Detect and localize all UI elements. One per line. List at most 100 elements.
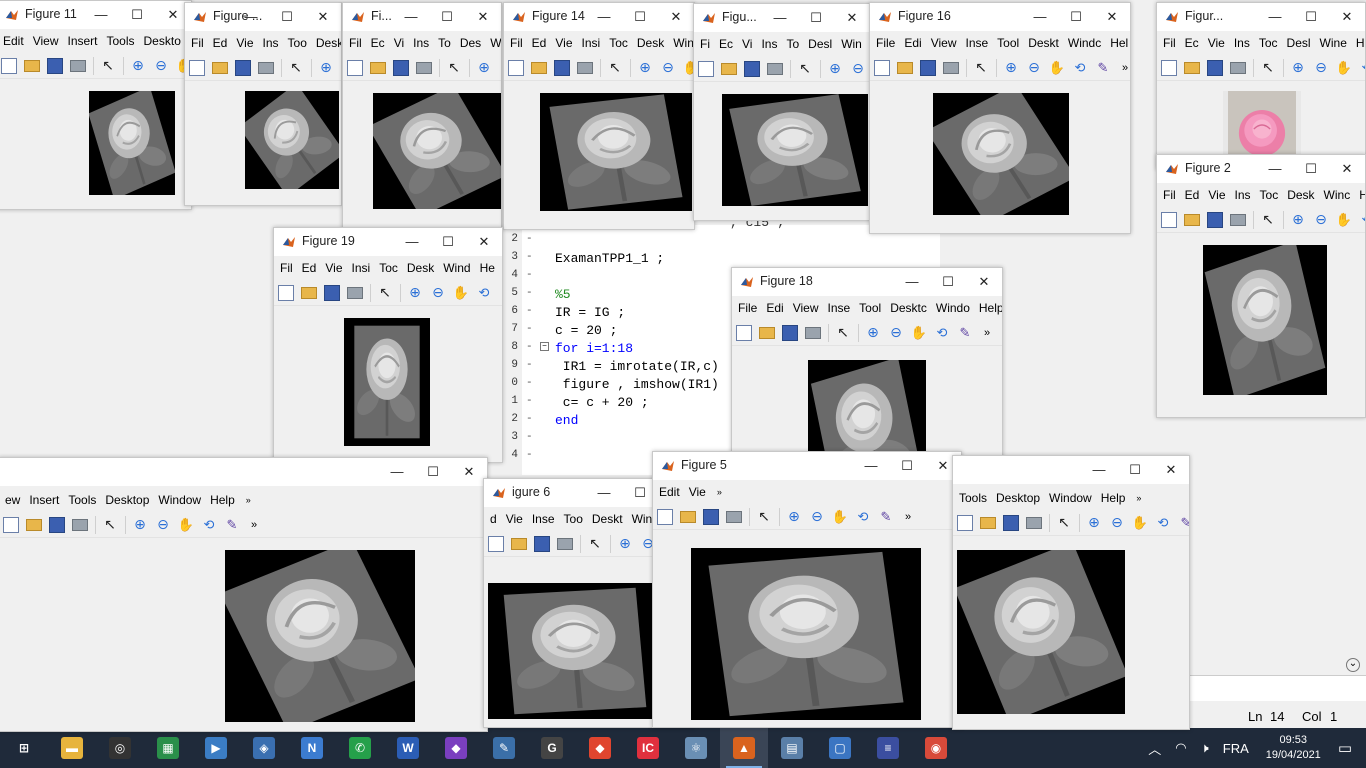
taskbar-app-start[interactable]: ⊞ (0, 728, 48, 768)
new-figure-icon[interactable] (189, 59, 205, 76)
edit-plot-arrow-icon[interactable]: ↖ (607, 59, 623, 76)
print-icon[interactable] (1230, 213, 1246, 226)
menu-item[interactable]: To (786, 37, 799, 51)
figure-title-bar[interactable]: Figur... — ☐ ✕ (1157, 3, 1365, 31)
figure-title-bar[interactable]: Figure 14 — ☐ ✕ (504, 3, 694, 31)
figure-window-f19[interactable]: Figure 19 — ☐ ✕ Fil Ed Vie Insi Toc Desk Wind H… (273, 227, 503, 463)
menu-item[interactable]: Win (490, 36, 501, 50)
menu-item[interactable]: Des (460, 36, 481, 50)
code-line[interactable]: IR = IG ; (555, 305, 625, 320)
menu-item[interactable]: Tools (959, 491, 987, 505)
breakpoint-marker[interactable]: - (526, 413, 533, 425)
menu-item[interactable]: Deskt (1028, 36, 1059, 50)
brush-icon[interactable]: ✎ (224, 517, 240, 533)
menu-item[interactable]: Help (1101, 491, 1126, 505)
menu-item[interactable]: Windc (1068, 36, 1101, 50)
close-button[interactable]: ✕ (305, 3, 341, 31)
menu-item[interactable]: Too (564, 512, 583, 526)
code-line[interactable]: for i=1:18 (555, 341, 633, 356)
taskbar-app-whatsapp[interactable]: ✆ (336, 728, 384, 768)
open-file-icon[interactable] (26, 518, 42, 531)
menu-item[interactable]: Toc (609, 36, 628, 50)
figure-window-f_b[interactable]: Fi... — ☐ ✕ FilEcViInsToDesWin»↖⊕⊖✋⟲✎» (342, 2, 502, 230)
zoom-in-icon[interactable]: ⊕ (617, 535, 633, 552)
edit-plot-arrow-icon[interactable]: ↖ (100, 57, 116, 74)
edit-plot-arrow-icon[interactable]: ↖ (587, 535, 603, 552)
menu-item[interactable]: Help (210, 493, 235, 507)
figure-window-f_c[interactable]: Figu... — ☐ ✕ FiEcViInsToDeslWin»↖⊕⊖✋⟲✎» (693, 3, 871, 221)
breakpoint-marker[interactable]: - (526, 359, 533, 371)
pan-hand-icon[interactable]: ✋ (1336, 212, 1352, 228)
rotate-3d-icon[interactable]: ⟲ (934, 325, 950, 341)
save-icon[interactable] (703, 508, 719, 525)
print-icon[interactable] (767, 62, 783, 75)
figure-title-bar[interactable]: Figure 11 — ☐ ✕ (0, 1, 191, 29)
zoom-out-icon[interactable]: ⊖ (430, 284, 446, 301)
figure-title-bar[interactable]: Figu... — ☐ ✕ (694, 4, 870, 32)
zoom-in-icon[interactable]: ⊕ (1086, 514, 1102, 531)
minimize-button[interactable]: — (853, 452, 889, 480)
breakpoint-marker[interactable]: - (526, 449, 533, 461)
menu-item[interactable]: Ec (371, 36, 385, 50)
figure-window-f11[interactable]: Figure 11 — ☐ ✕ Edit View Insert Tools Deskt… (0, 0, 192, 210)
menu-item[interactable]: Edi (904, 36, 921, 50)
edit-plot-arrow-icon[interactable]: ↖ (973, 59, 989, 76)
menu-item[interactable]: To (438, 36, 451, 50)
minimize-button[interactable]: — (894, 268, 930, 296)
toolbar-overflow-icon[interactable]: » (905, 511, 911, 523)
fold-toggle[interactable]: − (540, 342, 549, 351)
breakpoint-marker[interactable]: - (526, 431, 533, 443)
rotate-3d-icon[interactable]: ⟲ (201, 517, 217, 533)
menu-item[interactable]: Vi (394, 36, 404, 50)
save-icon[interactable] (49, 516, 65, 533)
menu-item[interactable]: Ins (761, 37, 777, 51)
menu-item[interactable]: Inse (827, 301, 850, 315)
maximize-button[interactable]: ☐ (119, 1, 155, 29)
taskbar-app-github[interactable]: G (528, 728, 576, 768)
open-file-icon[interactable] (301, 286, 317, 299)
maximize-button[interactable]: ☐ (269, 3, 305, 31)
menu-item[interactable]: Insert (67, 34, 97, 48)
maximize-button[interactable]: ☐ (430, 228, 466, 256)
clock[interactable]: 09:53 19/04/2021 (1266, 733, 1321, 763)
menu-item[interactable]: View (931, 36, 957, 50)
edit-plot-arrow-icon[interactable]: ↖ (288, 59, 304, 76)
figure-title-bar[interactable]: Figure 5 — ☐ ✕ (653, 452, 961, 480)
menu-item[interactable]: Ins (263, 36, 279, 50)
menu-item[interactable]: Tool (859, 301, 881, 315)
close-button[interactable]: ✕ (451, 458, 487, 486)
brush-icon[interactable]: ✎ (957, 325, 973, 341)
print-icon[interactable] (1026, 516, 1042, 529)
rotate-3d-icon[interactable]: ⟲ (1359, 212, 1365, 228)
menu-item[interactable]: Ed (1185, 188, 1200, 202)
figure-image-axes[interactable] (722, 94, 868, 206)
menu-item[interactable]: Wind (443, 261, 470, 275)
zoom-out-icon[interactable]: ⊖ (888, 324, 904, 341)
close-button[interactable]: ✕ (465, 3, 501, 31)
zoom-out-icon[interactable]: ⊖ (660, 59, 676, 76)
open-file-icon[interactable] (897, 61, 913, 74)
close-button[interactable]: ✕ (1094, 3, 1130, 31)
close-button[interactable]: ✕ (1329, 3, 1365, 31)
zoom-in-icon[interactable]: ⊕ (1290, 59, 1306, 76)
breakpoint-marker[interactable]: - (526, 395, 533, 407)
figure-window-f_d[interactable]: Figur... — ☐ ✕ FilEcVieInsTocDeslWineHe»… (1156, 2, 1366, 170)
taskbar-app-intellij[interactable]: IC (624, 728, 672, 768)
new-figure-icon[interactable] (736, 324, 752, 341)
new-figure-icon[interactable] (347, 59, 363, 76)
menu-item[interactable]: Tools (107, 34, 135, 48)
maximize-button[interactable]: ☐ (1058, 3, 1094, 31)
figure-image-axes[interactable] (540, 93, 692, 211)
close-button[interactable]: ✕ (658, 3, 694, 31)
open-file-icon[interactable] (1184, 61, 1200, 74)
menu-item[interactable]: Windo (936, 301, 970, 315)
figure-window-f_a[interactable]: Figure ... — ☐ ✕ FilEdVieInsTooDeskW»↖⊕⊖… (184, 2, 342, 206)
breakpoint-marker[interactable]: - (526, 341, 533, 353)
print-icon[interactable] (943, 61, 959, 74)
figure-title-bar[interactable]: — ☐ ✕ (953, 456, 1189, 484)
menu-item[interactable]: Winc (673, 36, 694, 50)
maximize-button[interactable]: ☐ (429, 3, 465, 31)
menu-item[interactable]: Ins (1234, 36, 1250, 50)
menu-item[interactable]: d (490, 512, 497, 526)
figure-title-bar[interactable]: Figure ... — ☐ ✕ (185, 3, 341, 31)
